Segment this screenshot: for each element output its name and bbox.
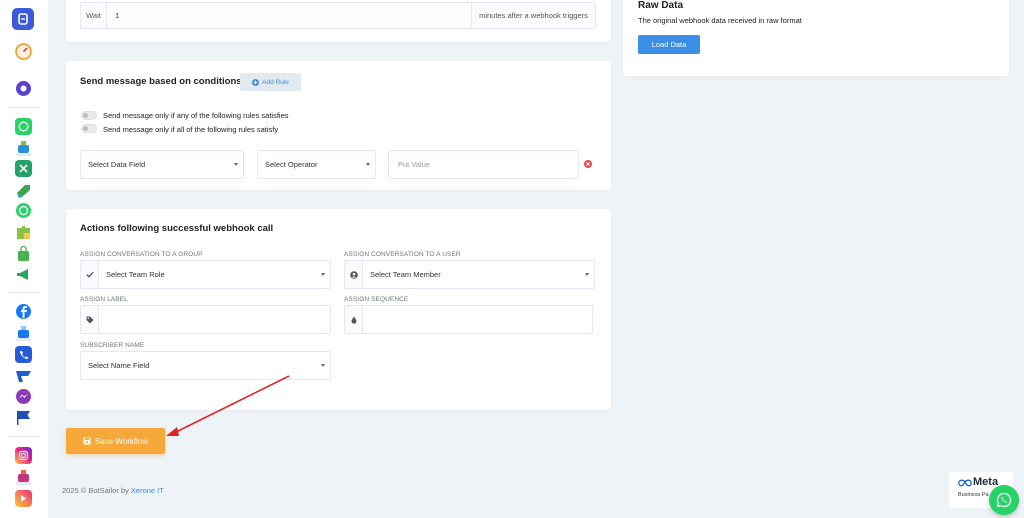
- chevron-down-icon: [321, 363, 325, 367]
- instagram-icon[interactable]: [15, 447, 32, 464]
- annotation-arrow: [166, 375, 290, 436]
- actions-card: Actions following successful webhook cal…: [66, 209, 611, 410]
- assign-label-label: ASSIGN LABEL: [80, 296, 128, 303]
- toggle-any-rules[interactable]: [81, 111, 97, 120]
- chevron-down-icon: [585, 272, 589, 276]
- tag-icon: [81, 306, 99, 333]
- meta-sub-text: Business Pa: [958, 492, 989, 498]
- instagram-post-icon[interactable]: [15, 490, 32, 507]
- raw-data-description: The original webhook data received in ra…: [638, 16, 802, 25]
- wait-card: Wait 1 minutes after a webhook triggers: [66, 0, 611, 42]
- user-label: ASSIGN CONVERSATION TO A USER: [344, 251, 461, 258]
- add-rule-label: Add Rule: [262, 78, 289, 86]
- name-field-value: Select Name Field: [88, 361, 150, 370]
- footer-copyright: 2025 © BotSailor by: [62, 486, 131, 495]
- drop-icon: [345, 306, 363, 333]
- user-circle-icon: [345, 261, 363, 288]
- operator-select[interactable]: Select Operator: [257, 150, 376, 179]
- conditions-card: Send message based on conditions Add Rul…: [66, 61, 611, 190]
- whatsapp-square-icon[interactable]: [15, 118, 32, 135]
- phone-book-icon[interactable]: [15, 346, 32, 363]
- chat-bubble-icon[interactable]: [15, 80, 32, 97]
- team-member-select[interactable]: Select Team Member: [344, 260, 595, 289]
- conditions-title: Send message based on conditions: [80, 76, 242, 87]
- whatsapp-icon[interactable]: [15, 202, 32, 219]
- wait-minutes-input[interactable]: 1: [107, 11, 471, 20]
- put-value-input[interactable]: Put Value: [388, 150, 579, 179]
- app-logo-icon[interactable]: [12, 8, 34, 30]
- puzzle-icon[interactable]: [15, 224, 32, 241]
- toggle-all-rules[interactable]: [81, 124, 97, 133]
- meta-logo-text: Meta: [973, 476, 999, 488]
- wait-suffix: minutes after a webhook triggers: [471, 3, 595, 28]
- broadcast-icon[interactable]: [15, 368, 32, 385]
- put-value-placeholder: Put Value: [398, 160, 430, 169]
- instagram-bot-icon[interactable]: [15, 469, 32, 486]
- sidebar: [0, 0, 48, 518]
- footer-company-link[interactable]: Xerone IT: [131, 486, 164, 495]
- team-member-value: Select Team Member: [370, 270, 441, 279]
- plus-circle-icon: [252, 78, 260, 86]
- raw-data-title: Raw Data: [638, 0, 684, 11]
- floppy-disk-icon: [83, 437, 91, 445]
- remove-rule-icon[interactable]: [584, 160, 592, 168]
- whatsapp-icon: [996, 492, 1012, 508]
- meta-infinity-icon: [958, 479, 972, 487]
- wait-input-group: Wait 1 minutes after a webhook triggers: [80, 2, 596, 29]
- data-field-value: Select Data Field: [88, 160, 146, 169]
- shopping-bag-icon[interactable]: [15, 245, 32, 262]
- option-all-label: Send message only if all of the followin…: [103, 125, 279, 134]
- team-role-select[interactable]: Select Team Role: [80, 260, 331, 289]
- assign-label-input[interactable]: [80, 305, 331, 334]
- actions-title: Actions following successful webhook cal…: [80, 223, 274, 234]
- data-field-select[interactable]: Select Data Field: [80, 150, 244, 179]
- check-icon: [81, 261, 99, 288]
- group-label: ASSIGN CONVERSATION TO A GROUP: [80, 251, 203, 258]
- flag-icon[interactable]: [15, 409, 32, 426]
- bullhorn-icon[interactable]: [15, 266, 32, 283]
- chevron-down-icon: [366, 162, 370, 166]
- gauge-icon[interactable]: [15, 43, 32, 60]
- operator-value: Select Operator: [265, 160, 318, 169]
- robot-icon[interactable]: [15, 140, 32, 157]
- assign-sequence-label: ASSIGN SEQUENCE: [344, 296, 409, 303]
- load-data-button[interactable]: Load Data: [638, 35, 700, 54]
- messenger-bot-icon[interactable]: [15, 325, 32, 342]
- footer: 2025 © BotSailor by Xerone IT: [62, 486, 164, 495]
- wait-prefix: Wait: [81, 3, 107, 28]
- facebook-icon[interactable]: [15, 303, 32, 320]
- save-workflow-button[interactable]: Save Workflow: [66, 428, 165, 454]
- raw-data-card: Raw Data The original webhook data recei…: [623, 0, 1009, 76]
- whatsapp-chat-button[interactable]: [989, 485, 1019, 515]
- megaphone-tag-icon[interactable]: [15, 182, 32, 199]
- chevron-down-icon: [321, 272, 325, 276]
- chevron-down-icon: [234, 162, 238, 166]
- messenger-icon[interactable]: [15, 388, 32, 405]
- subscriber-name-label: SUBSCRIBER NAME: [80, 342, 145, 349]
- add-rule-button[interactable]: Add Rule: [240, 73, 301, 91]
- save-workflow-label: Save Workflow: [94, 436, 149, 446]
- option-any-label: Send message only if any of the followin…: [103, 111, 289, 120]
- spreadsheet-icon[interactable]: [15, 160, 32, 177]
- team-role-value: Select Team Role: [106, 270, 165, 279]
- assign-sequence-input[interactable]: [344, 305, 593, 334]
